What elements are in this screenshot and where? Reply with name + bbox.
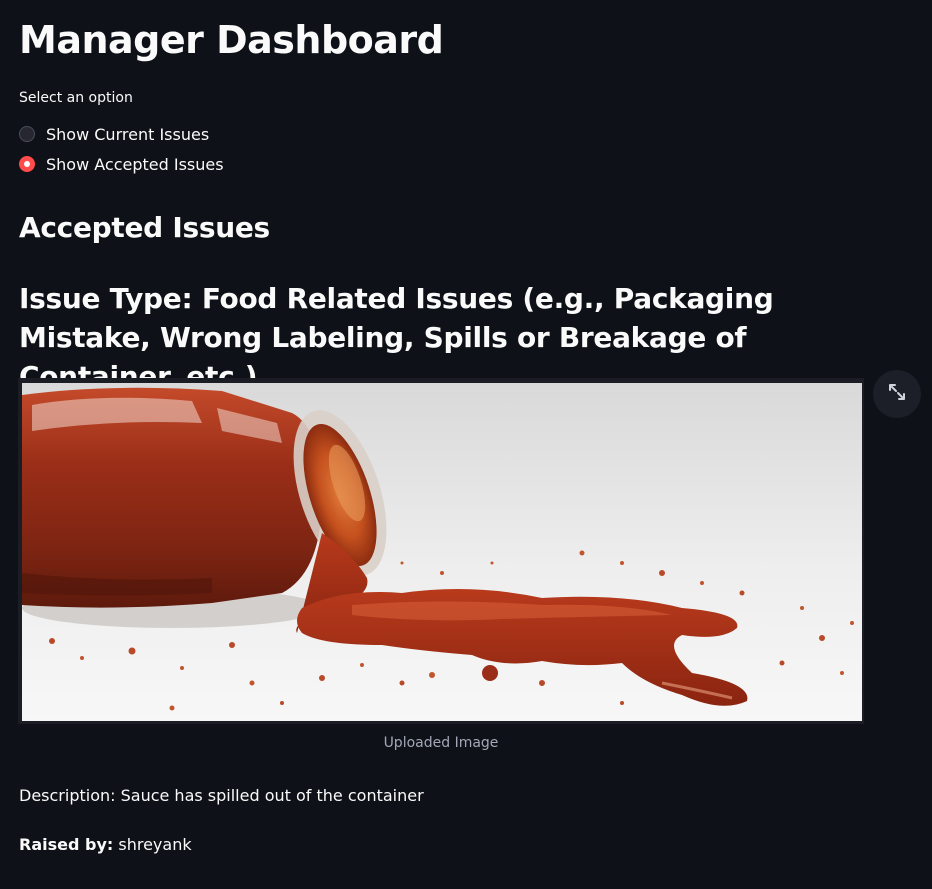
raised-by: Raised by: shreyank bbox=[19, 835, 192, 854]
expand-icon bbox=[887, 382, 907, 406]
radio-group-label: Select an option bbox=[19, 90, 133, 106]
section-subheader: Accepted Issues bbox=[19, 211, 270, 244]
fullscreen-button[interactable] bbox=[873, 370, 921, 418]
page-title: Manager Dashboard bbox=[19, 18, 444, 62]
radio-unselected-icon[interactable] bbox=[19, 126, 35, 142]
app-page: Manager Dashboard Select an option Show … bbox=[0, 0, 932, 889]
uploaded-image-container bbox=[18, 378, 864, 724]
radio-option-label: Show Current Issues bbox=[46, 124, 210, 144]
radio-option-label: Show Accepted Issues bbox=[46, 154, 224, 174]
raised-by-value: shreyank bbox=[118, 835, 192, 854]
issue-description: Description: Sauce has spilled out of th… bbox=[19, 786, 424, 805]
radio-show-accepted-issues[interactable]: Show Accepted Issues bbox=[19, 153, 224, 175]
raised-by-label: Raised by: bbox=[19, 835, 114, 854]
radio-show-current-issues[interactable]: Show Current Issues bbox=[19, 123, 209, 145]
uploaded-image bbox=[22, 383, 862, 721]
image-caption: Uploaded Image bbox=[383, 735, 499, 751]
radio-selected-icon[interactable] bbox=[19, 156, 35, 172]
